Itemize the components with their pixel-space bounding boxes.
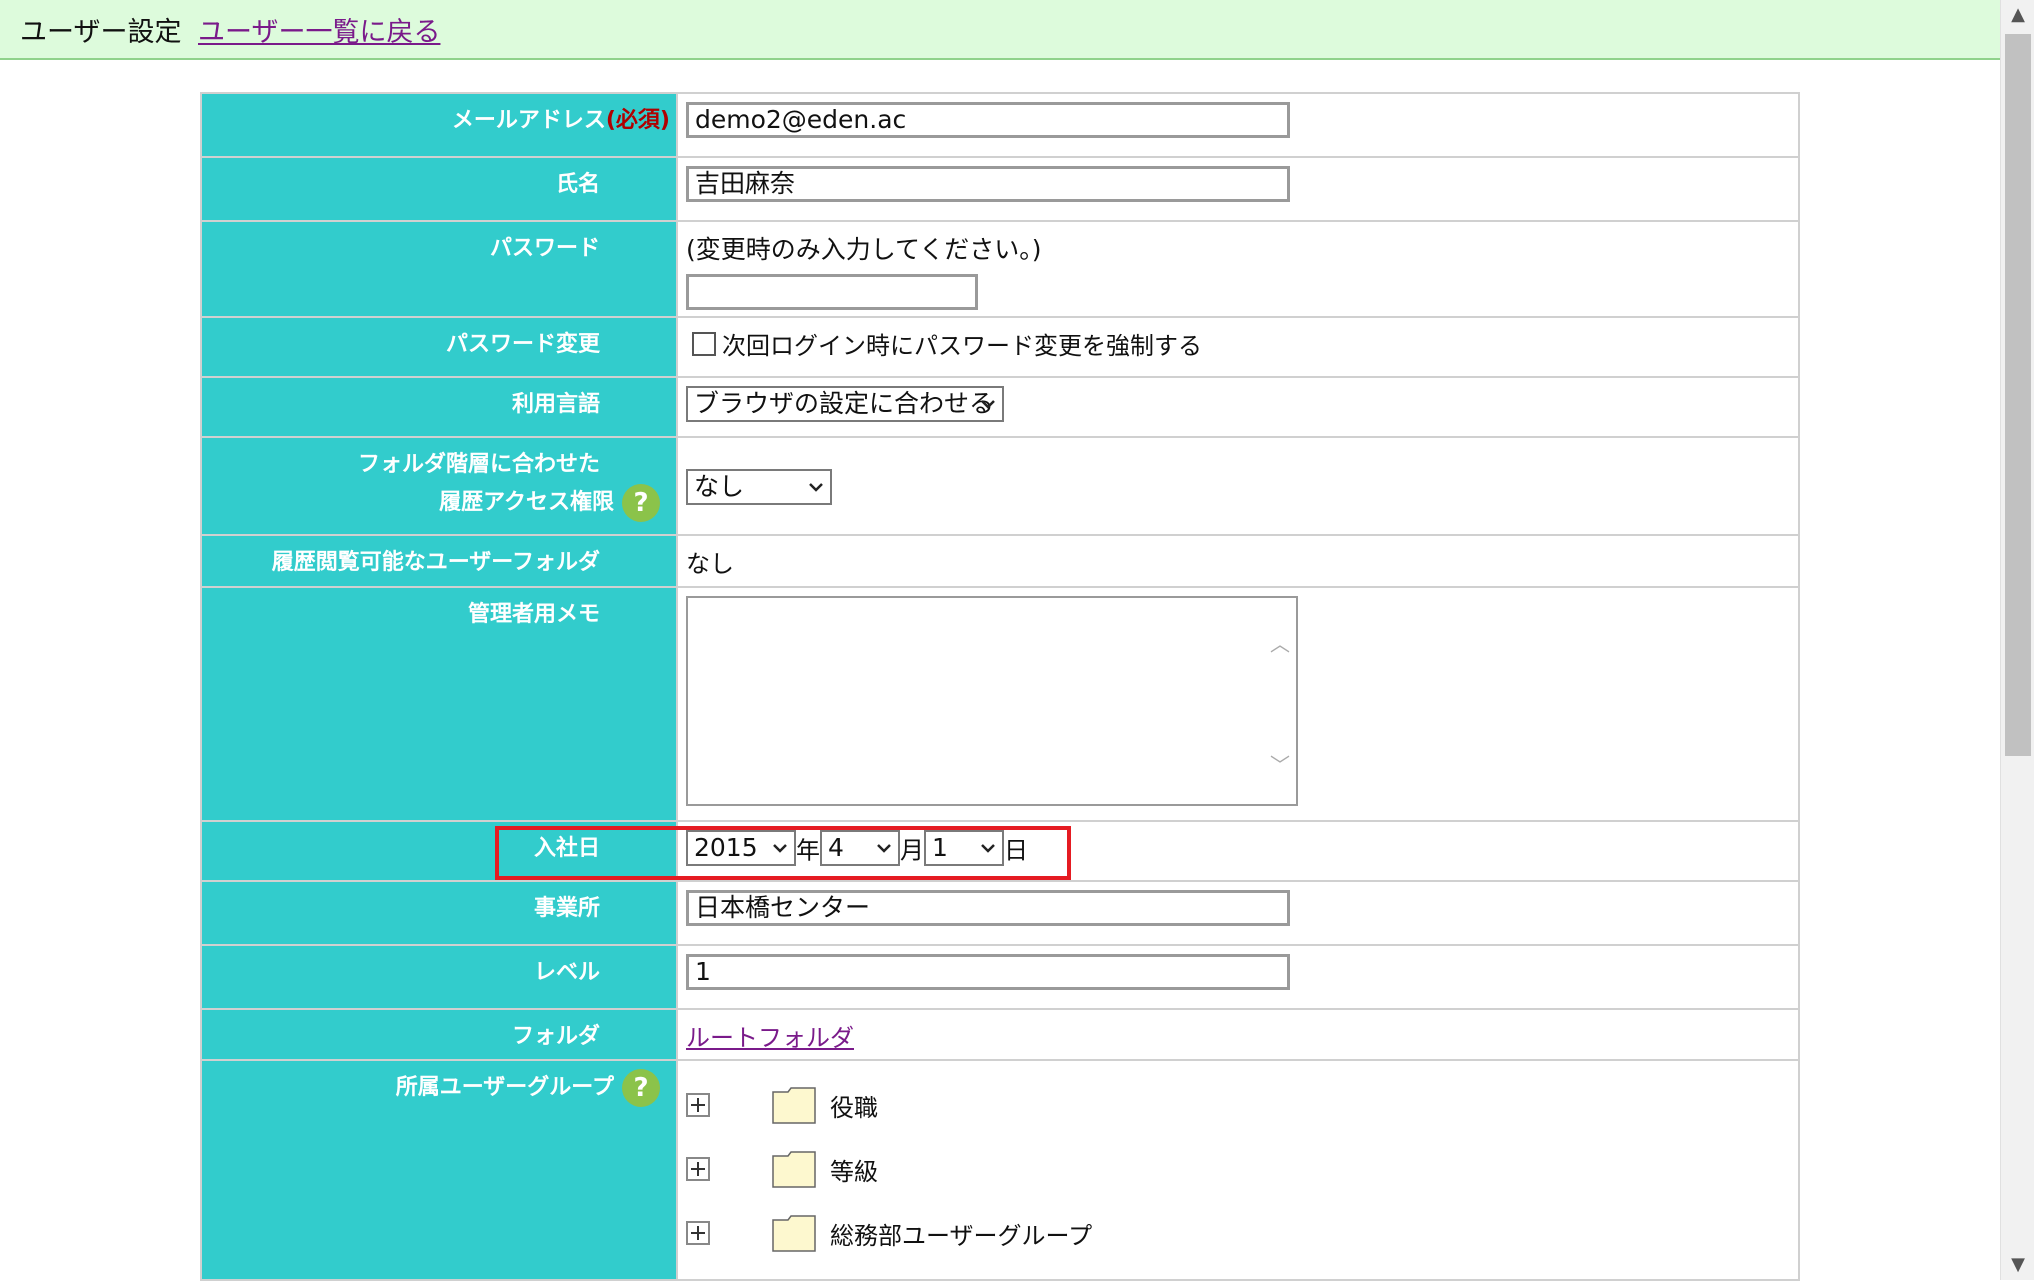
level-field[interactable]: 1: [686, 954, 1290, 990]
expand-icon[interactable]: [686, 1093, 710, 1117]
hire-day-select[interactable]: 1: [924, 830, 1004, 866]
office-cell: 日本橋センター: [676, 880, 1800, 946]
user-settings-form: メールアドレス(必須) demo2@eden.ac 氏名 吉田麻奈 パスワード …: [200, 92, 1800, 1281]
required-mark: (必須): [605, 108, 670, 133]
history-access-cell: なし: [676, 436, 1800, 536]
tree-item-label[interactable]: 総務部ユーザーグループ: [830, 1216, 1092, 1251]
expand-icon[interactable]: [686, 1221, 710, 1245]
hire-day-value: 1: [932, 833, 948, 862]
password-label: パスワード: [200, 220, 678, 318]
email-cell: demo2@eden.ac: [676, 92, 1800, 158]
hire-year-value: 2015: [694, 833, 758, 862]
admin-memo-textarea[interactable]: ︿ ﹀: [686, 596, 1298, 806]
user-groups-label: 所属ユーザーグループ?: [200, 1059, 678, 1281]
level-cell: 1: [676, 944, 1800, 1010]
chevron-down-icon: [981, 844, 995, 853]
history-access-select[interactable]: なし: [686, 469, 832, 505]
tree-item-label[interactable]: 役職: [830, 1088, 878, 1123]
office-label: 事業所: [200, 880, 678, 946]
folder-icon: [772, 1151, 816, 1188]
admin-memo-cell: ︿ ﹀: [676, 586, 1800, 822]
history-access-label-line1: フォルダ階層に合わせた: [357, 452, 600, 477]
password-change-label: パスワード変更: [200, 316, 678, 378]
viewable-user-folder-value: なし: [676, 534, 1800, 588]
scroll-down-icon[interactable]: ﹀: [1270, 749, 1290, 778]
force-password-change-label: 次回ログイン時にパスワード変更を強制する: [722, 332, 1202, 360]
root-folder-link[interactable]: ルートフォルダ: [686, 1024, 854, 1052]
level-label: レベル: [200, 944, 678, 1010]
password-field[interactable]: [686, 274, 978, 310]
chevron-down-icon: [809, 483, 823, 492]
user-groups-label-text: 所属ユーザーグループ: [395, 1075, 614, 1100]
language-label: 利用言語: [200, 376, 678, 438]
month-unit: 月: [900, 836, 924, 865]
folder-icon: [772, 1215, 816, 1252]
email-label: メールアドレス(必須): [200, 92, 678, 158]
hire-month-value: 4: [828, 833, 844, 862]
scroll-down-arrow-icon[interactable]: ▼: [2001, 1250, 2034, 1280]
admin-memo-label: 管理者用メモ: [200, 586, 678, 822]
tree-item: 総務部ユーザーグループ: [686, 1201, 1792, 1265]
tree-item: 役職: [686, 1073, 1792, 1137]
hire-date-label: 入社日: [200, 820, 678, 882]
password-cell: (変更時のみ入力してください。): [676, 220, 1800, 318]
page-header: ユーザー設定 ユーザー一覧に戻る: [0, 0, 2000, 60]
password-change-cell: 次回ログイン時にパスワード変更を強制する: [676, 316, 1800, 378]
folder-label: フォルダ: [200, 1008, 678, 1061]
history-access-select-value: なし: [694, 472, 745, 501]
office-field[interactable]: 日本橋センター: [686, 890, 1290, 926]
email-label-text: メールアドレス: [451, 108, 606, 133]
tree-item-label[interactable]: 等級: [830, 1152, 878, 1187]
hire-year-select[interactable]: 2015: [686, 830, 796, 866]
force-password-change-checkbox[interactable]: [692, 331, 716, 356]
history-access-label: フォルダ階層に合わせた 履歴アクセス権限?: [200, 436, 678, 536]
chevron-down-icon: [877, 844, 891, 853]
language-cell: ブラウザの設定に合わせる: [676, 376, 1800, 438]
user-group-tree: 役職 等級 総務部ユーザーグループ: [686, 1073, 1792, 1265]
chevron-down-icon: [773, 844, 787, 853]
password-note: (変更時のみ入力してください。): [686, 235, 1042, 264]
expand-icon[interactable]: [686, 1157, 710, 1181]
scroll-up-icon[interactable]: ︿: [1270, 628, 1290, 657]
tree-item: 等級: [686, 1137, 1792, 1201]
page-title: ユーザー設定: [20, 17, 182, 48]
folder-icon: [772, 1087, 816, 1124]
language-select-value: ブラウザの設定に合わせる: [694, 389, 995, 418]
chevron-down-icon: [981, 400, 995, 409]
language-select[interactable]: ブラウザの設定に合わせる: [686, 386, 1004, 422]
back-to-user-list-link[interactable]: ユーザー一覧に戻る: [198, 10, 440, 49]
name-field[interactable]: 吉田麻奈: [686, 166, 1290, 202]
hire-date-cell: 2015 年 4 月 1 日: [676, 820, 1800, 882]
vertical-scrollbar[interactable]: ▲ ▼: [2000, 0, 2034, 1280]
scrollbar-thumb[interactable]: [2005, 34, 2031, 756]
help-icon[interactable]: ?: [622, 484, 660, 522]
scroll-up-arrow-icon[interactable]: ▲: [2001, 0, 2034, 30]
year-unit: 年: [796, 836, 820, 865]
day-unit: 日: [1004, 836, 1028, 865]
folder-cell: ルートフォルダ: [676, 1008, 1800, 1061]
viewable-user-folder-label: 履歴閲覧可能なユーザーフォルダ: [200, 534, 678, 588]
user-groups-cell: 役職 等級 総務部ユーザーグループ: [676, 1059, 1800, 1281]
name-label: 氏名: [200, 156, 678, 222]
name-cell: 吉田麻奈: [676, 156, 1800, 222]
history-access-label-line2: 履歴アクセス権限: [439, 490, 614, 515]
help-icon[interactable]: ?: [622, 1069, 660, 1107]
email-field[interactable]: demo2@eden.ac: [686, 102, 1290, 138]
hire-month-select[interactable]: 4: [820, 830, 900, 866]
